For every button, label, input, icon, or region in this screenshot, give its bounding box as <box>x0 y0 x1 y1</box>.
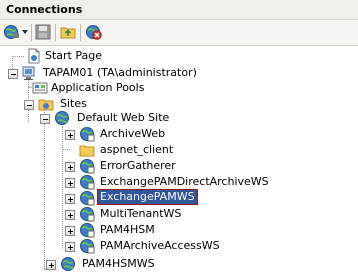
tree-item-child[interactable]: ExchangePAMDirectArchiveWS <box>65 174 305 190</box>
tree-item-label: Default Web Site <box>77 111 170 124</box>
up-folder-icon[interactable] <box>60 24 76 40</box>
website-globe-icon <box>54 110 70 126</box>
tree-item-label: PAMArchiveAccessWS <box>100 239 220 252</box>
tree-item-label: PAM4HSMWS <box>82 257 155 270</box>
expand-toggle[interactable] <box>65 194 75 204</box>
expand-toggle[interactable] <box>46 260 56 270</box>
toolbar-separator <box>55 24 56 41</box>
toolbar-separator <box>31 24 32 41</box>
tree-item-child-selected[interactable]: ExchangePAMWS <box>65 189 215 206</box>
application-pools-icon <box>32 80 48 96</box>
tree-item-pam4hsmws[interactable]: PAM4HSMWS <box>46 256 186 272</box>
tree-line <box>62 126 63 250</box>
tree-item-label: ExchangePAMDirectArchiveWS <box>100 175 269 188</box>
save-icon[interactable] <box>35 24 51 40</box>
collapse-toggle[interactable] <box>40 114 50 124</box>
web-app-icon <box>79 222 95 238</box>
web-app-icon <box>79 126 95 142</box>
tree-item-label: ArchiveWeb <box>100 127 166 140</box>
panel-title: Connections <box>6 3 83 16</box>
connect-globe-icon[interactable] <box>3 24 29 40</box>
tree-item-default-web-site[interactable]: Default Web Site <box>40 110 200 126</box>
disconnect-icon[interactable] <box>85 24 103 40</box>
panel-header: Connections <box>0 0 358 20</box>
connections-tree: Start Page TAPAM01 (TA\administrator) Ap… <box>0 46 358 279</box>
tree-item-label: PAM4HSM <box>100 223 155 236</box>
folder-icon <box>79 142 95 158</box>
expand-toggle[interactable] <box>65 130 75 140</box>
tree-item-label: Start Page <box>45 49 102 62</box>
collapse-toggle[interactable] <box>8 69 18 79</box>
expand-toggle[interactable] <box>65 162 75 172</box>
tree-item-label: Sites <box>60 97 87 110</box>
tree-line <box>12 56 24 57</box>
tree-item-application-pools[interactable]: Application Pools <box>32 80 192 96</box>
expand-toggle[interactable] <box>65 242 75 252</box>
connections-toolbar <box>0 20 358 46</box>
server-icon <box>21 65 37 81</box>
tree-item-label: ErrorGatherer <box>100 159 176 172</box>
tree-line <box>44 110 45 269</box>
web-app-icon <box>79 174 95 190</box>
web-app-icon <box>79 158 95 174</box>
web-app-icon <box>79 238 95 254</box>
start-page-icon <box>26 48 42 64</box>
tree-item-child[interactable]: PAMArchiveAccessWS <box>65 238 245 254</box>
tree-item-start-page[interactable]: Start Page <box>26 48 166 64</box>
collapse-toggle[interactable] <box>24 100 34 110</box>
expand-toggle[interactable] <box>65 178 75 188</box>
tree-item-child[interactable]: ArchiveWeb <box>65 126 195 142</box>
tree-item-label: TAPAM01 (TA\administrator) <box>43 66 197 79</box>
website-globe-icon <box>60 256 76 272</box>
tree-item-label: aspnet_client <box>100 143 174 156</box>
tree-item-child[interactable]: ErrorGatherer <box>65 158 195 174</box>
tree-item-label: ExchangePAMWS <box>97 189 198 205</box>
tree-item-label: Application Pools <box>51 81 145 94</box>
tree-item-child[interactable]: MultiTenantWS <box>65 206 205 222</box>
tree-item-child[interactable]: PAM4HSM <box>65 222 185 238</box>
web-app-icon <box>79 190 95 206</box>
tree-item-server[interactable]: TAPAM01 (TA\administrator) <box>8 65 238 81</box>
expand-toggle[interactable] <box>65 226 75 236</box>
web-app-icon <box>79 206 95 222</box>
toolbar-separator <box>80 24 81 41</box>
expand-toggle[interactable] <box>65 210 75 220</box>
tree-item-label: MultiTenantWS <box>100 207 182 220</box>
tree-item-child[interactable]: aspnet_client <box>65 142 195 158</box>
